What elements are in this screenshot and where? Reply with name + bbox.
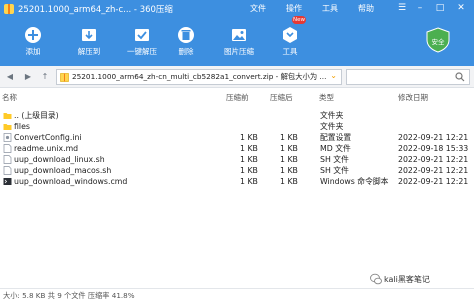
column-size-after[interactable]: 压缩后 [270,92,293,103]
file-type: 配置设置 [320,133,352,142]
file-size-before: 1 KB [240,166,258,175]
safety-label: 安全 [431,38,445,46]
folder-icon [3,124,12,130]
file-size-after: 1 KB [280,133,298,142]
file-name: readme.unix.md [14,144,79,153]
tools-label: 工具 [282,47,298,56]
list-item[interactable]: readme.unix.md 1 KB 1 KB MD 文件 2022-09-1… [0,143,474,154]
close-button[interactable]: ✕ [453,1,469,15]
search-input[interactable] [346,69,470,85]
extract-icon [82,29,96,41]
status-text: 大小: 5.8 KB 共 9 个文件 压缩率 41.8% [3,291,135,300]
watermark-text: kali黑客笔记 [384,275,430,284]
column-date[interactable]: 修改日期 [398,92,428,103]
file-icon [3,144,12,153]
window-title: 25201.1000_arm64_zh-c... - 360压缩 [18,5,173,15]
extract-to-label: 解压到 [77,47,101,56]
delete-icon [178,27,194,43]
menu-file[interactable]: 文件 [250,3,266,14]
one-click-extract-button[interactable]: 一键解压 [122,24,162,64]
tools-button[interactable]: 工具 [270,24,310,64]
file-type: MD 文件 [320,144,351,153]
title-bar: 25201.1000_arm64_zh-c... - 360压缩 文件 操作 工… [0,0,474,18]
list-item[interactable]: uup_download_macos.sh 1 KB 1 KB SH 文件 20… [0,165,474,176]
add-label: 添加 [25,47,41,56]
add-icon [25,27,41,43]
list-item[interactable]: files 文件夹 [0,121,474,132]
file-type: SH 文件 [320,166,349,175]
path-text: 25201.1000_arm64_zh-cn_multi_cb5282a1_co… [72,72,327,81]
search-icon[interactable] [455,72,465,82]
file-date: 2022-09-21 12:21 [398,166,469,175]
file-name: .. (上级目录) [14,111,59,120]
extract-to-button[interactable]: 解压到 [69,24,109,64]
list-item[interactable]: ConvertConfig.ini 1 KB 1 KB 配置设置 2022-09… [0,132,474,143]
image-compress-button[interactable]: 图片压缩 [219,24,259,64]
config-file-icon [3,133,12,142]
file-name: uup_download_macos.sh [14,166,112,175]
menu-operate[interactable]: 操作 [286,3,302,14]
column-name[interactable]: 名称 [2,92,17,103]
zip-file-icon [60,73,69,82]
file-name: files [14,122,30,131]
folder-icon [3,113,12,119]
file-date: 2022-09-21 12:21 [398,155,469,164]
column-type[interactable]: 类型 [319,92,334,103]
menu-tools[interactable]: 工具 [322,3,338,14]
delete-button[interactable]: 删除 [166,24,206,64]
path-field[interactable]: 25201.1000_arm64_zh-cn_multi_cb5282a1_co… [56,69,342,85]
file-icon [3,166,12,175]
address-bar: ◀ ▶ ↑ 25201.1000_arm64_zh-cn_multi_cb528… [0,66,474,88]
file-size-after: 1 KB [280,155,298,164]
list-item[interactable]: .. (上级目录) 文件夹 [0,110,474,121]
file-name: uup_download_linux.sh [14,155,105,164]
image-compress-icon [232,29,246,41]
file-type: 文件夹 [320,122,344,131]
forward-icon[interactable]: ▶ [22,71,34,83]
file-size-after: 1 KB [280,177,298,186]
back-icon[interactable]: ◀ [4,71,16,83]
file-size-before: 1 KB [240,144,258,153]
column-size-before[interactable]: 压缩前 [226,92,249,103]
app-header: 25201.1000_arm64_zh-c... - 360压缩 文件 操作 工… [0,0,474,66]
status-bar: 大小: 5.8 KB 共 9 个文件 压缩率 41.8% [0,288,474,302]
file-type: 文件夹 [320,111,344,120]
maximize-button[interactable]: □ [432,1,448,15]
tools-icon [283,27,297,43]
file-name: uup_download_windows.cmd [14,177,128,186]
file-icon [3,155,12,164]
file-type: Windows 命令脚本 [320,177,389,186]
file-size-after: 1 KB [280,144,298,153]
list-item[interactable]: uup_download_windows.cmd 1 KB 1 KB Windo… [0,176,474,187]
file-size-before: 1 KB [240,177,258,186]
one-click-extract-label: 一键解压 [127,47,157,56]
file-size-before: 1 KB [240,133,258,142]
archive-app-icon [4,4,14,14]
delete-label: 删除 [178,47,194,56]
add-button[interactable]: 添加 [13,24,53,64]
skin-icon[interactable]: ☰ [394,1,410,15]
file-type: SH 文件 [320,155,349,164]
wechat-icon [370,273,382,285]
file-name: ConvertConfig.ini [14,133,82,142]
file-date: 2022-09-21 12:21 [398,177,469,186]
chevron-down-icon[interactable]: ⌄ [330,71,337,80]
file-date: 2022-09-18 15:33 [398,144,469,153]
menu-help[interactable]: 帮助 [358,3,374,14]
file-size-before: 1 KB [240,155,258,164]
new-badge: New [292,16,306,24]
file-size-after: 1 KB [280,166,298,175]
file-date: 2022-09-21 12:21 [398,133,469,142]
column-header: 名称 压缩前 压缩后 类型 修改日期 [0,92,474,103]
list-item[interactable]: uup_download_linux.sh 1 KB 1 KB SH 文件 20… [0,154,474,165]
one-click-extract-icon [135,29,149,41]
cmd-file-icon [3,178,12,185]
minimize-button[interactable]: – [412,1,428,15]
image-compress-label: 图片压缩 [224,47,254,56]
up-icon[interactable]: ↑ [39,71,51,83]
